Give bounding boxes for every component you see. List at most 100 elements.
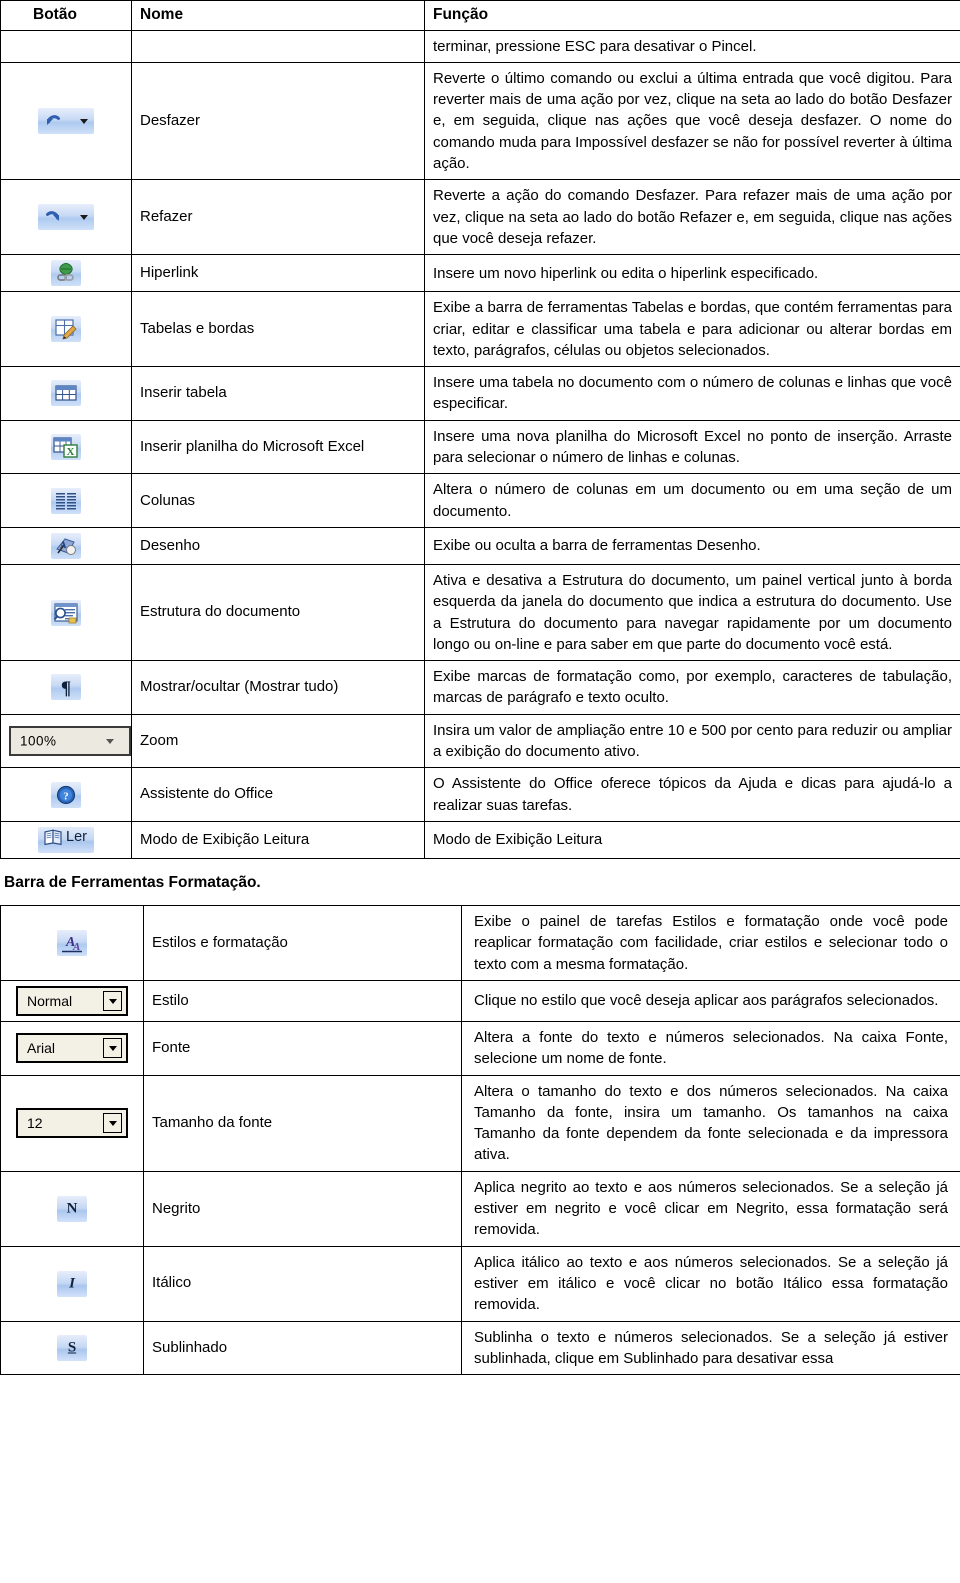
- name-cell: Assistente do Office: [131, 767, 425, 822]
- table-row: I Itálico Aplica itálico ao texto e aos nú…: [0, 1245, 960, 1322]
- button-cell: Arial: [0, 1020, 144, 1076]
- button-cell: [0, 366, 132, 421]
- office-assistant-icon[interactable]: ?: [51, 781, 81, 808]
- style-value: Normal: [27, 992, 73, 1009]
- style-combobox[interactable]: Normal: [16, 985, 128, 1016]
- name-cell: Hiperlink: [131, 254, 425, 293]
- name-cell: Estilos e formatação: [143, 905, 462, 981]
- italic-icon[interactable]: I: [57, 1270, 87, 1297]
- reading-layout-label: Ler: [66, 828, 87, 845]
- description-cell: Insira um valor de ampliação entre 10 e …: [424, 713, 960, 769]
- name-cell: Modo de Exibição Leitura: [131, 820, 425, 859]
- column-header-funcao: Função: [424, 0, 960, 31]
- redo-dropdown-caret[interactable]: [80, 215, 88, 221]
- name-cell: Refazer: [131, 179, 425, 256]
- hyperlink-icon[interactable]: [51, 260, 81, 287]
- underline-glyph: S: [67, 1339, 77, 1356]
- font-combobox[interactable]: Arial: [16, 1033, 128, 1064]
- column-header-nome: Nome: [131, 0, 425, 31]
- underline-icon[interactable]: S: [57, 1334, 87, 1361]
- name-cell: Inserir tabela: [131, 366, 425, 421]
- table-row: Arial Fonte Altera a fonte do texto e núme…: [0, 1020, 960, 1076]
- style-dropdown-arrow[interactable]: [103, 990, 122, 1011]
- description-cell: Exibe o painel de tarefas Estilos e form…: [461, 905, 960, 981]
- table-row: Hiperlink Insere um novo hiperlink ou edi…: [0, 254, 960, 293]
- description-cell: Insere uma tabela no documento com o núm…: [424, 366, 960, 421]
- name-cell: [131, 29, 425, 63]
- name-cell: Fonte: [143, 1020, 462, 1076]
- tables-and-borders-icon[interactable]: [51, 316, 81, 343]
- toolbar-standard-table: Botão Nome Função terminar, pressione ES…: [0, 0, 960, 859]
- name-cell: Estilo: [143, 979, 462, 1022]
- name-cell: Desfazer: [131, 61, 425, 181]
- description-cell: Insere uma nova planilha do Microsoft Ex…: [424, 419, 960, 475]
- bold-icon[interactable]: N: [57, 1195, 87, 1222]
- font-size-combobox[interactable]: 12: [16, 1108, 128, 1139]
- table-row: ¶ Mostrar/ocultar (Mostrar tudo) Exibe mar…: [0, 660, 960, 715]
- table-row: Normal Estilo Clique no estilo que você de…: [0, 979, 960, 1022]
- styles-and-formatting-icon[interactable]: AA: [57, 929, 87, 956]
- column-header-botao: Botão: [0, 0, 132, 31]
- name-cell: Negrito: [143, 1170, 462, 1247]
- button-cell: 12: [0, 1074, 144, 1172]
- svg-text:¶: ¶: [61, 678, 71, 699]
- reading-layout-icon[interactable]: Ler: [38, 826, 94, 853]
- description-cell: terminar, pressione ESC para desativar o…: [424, 29, 960, 63]
- description-cell: Exibe a barra de ferramentas Tabelas e b…: [424, 291, 960, 368]
- button-cell: [0, 179, 132, 256]
- insert-excel-worksheet-icon[interactable]: X: [51, 434, 81, 461]
- name-cell: Mostrar/ocultar (Mostrar tudo): [131, 660, 425, 715]
- description-cell: Clique no estilo que você deseja aplicar…: [461, 979, 960, 1022]
- description-cell: Exibe ou oculta a barra de ferramentas D…: [424, 526, 960, 565]
- description-cell: Altera a fonte do texto e números seleci…: [461, 1020, 960, 1076]
- description-cell: Sublinha o texto e números selecionados.…: [461, 1320, 960, 1376]
- button-cell: Normal: [0, 979, 144, 1022]
- name-cell: Zoom: [131, 713, 425, 769]
- description-cell: Modo de Exibição Leitura: [424, 820, 960, 859]
- table-row: ? Assistente do Office O Assistente do Off…: [0, 767, 960, 822]
- description-cell: Insere um novo hiperlink ou edita o hipe…: [424, 254, 960, 293]
- name-cell: Sublinhado: [143, 1320, 462, 1376]
- zoom-dropdown-arrow[interactable]: [103, 732, 117, 750]
- description-cell: Aplica negrito ao texto e aos números se…: [461, 1170, 960, 1247]
- name-cell: Itálico: [143, 1245, 462, 1322]
- description-cell: Aplica itálico ao texto e aos números se…: [461, 1245, 960, 1322]
- table-row: Refazer Reverte a ação do comando Desfaze…: [0, 179, 960, 256]
- redo-icon[interactable]: [38, 204, 94, 231]
- section-caption-formatacao: Barra de Ferramentas Formatação.: [4, 873, 261, 891]
- description-cell: Altera o número de colunas em um documen…: [424, 473, 960, 528]
- zoom-combobox[interactable]: 100%: [9, 726, 131, 757]
- description-cell: Altera o tamanho do texto e dos números …: [461, 1074, 960, 1172]
- font-size-value: 12: [27, 1115, 43, 1132]
- italic-glyph: I: [69, 1275, 75, 1292]
- button-cell: 100%: [0, 713, 132, 769]
- undo-icon[interactable]: [38, 108, 94, 135]
- name-cell: Colunas: [131, 473, 425, 528]
- table-row: 100% Zoom Insira um valor de ampliação ent…: [0, 713, 960, 769]
- svg-text:A: A: [60, 540, 67, 550]
- toolbar-formatting-table: A A Estilos e formatação Exibe o painel de …: [0, 905, 960, 1376]
- table-row: Estrutura do documento Ativa e desativa a…: [0, 563, 960, 662]
- button-cell: AA: [0, 905, 144, 981]
- insert-table-icon[interactable]: [51, 380, 81, 407]
- button-cell: [0, 291, 132, 368]
- table-row: Desfazer Reverte o último comando ou excl…: [0, 61, 960, 181]
- document-page: Botão Nome Função terminar, pressione ES…: [0, 0, 960, 1376]
- zoom-value: 100%: [20, 733, 57, 749]
- font-dropdown-arrow[interactable]: [103, 1038, 122, 1059]
- drawing-icon[interactable]: A: [51, 532, 81, 559]
- description-cell: Exibe marcas de formatação como, por exe…: [424, 660, 960, 715]
- undo-dropdown-caret[interactable]: [80, 119, 88, 125]
- button-cell: Ler: [0, 820, 132, 859]
- button-cell: ?: [0, 767, 132, 822]
- button-cell: [0, 61, 132, 181]
- table-row: terminar, pressione ESC para desativar o…: [0, 29, 960, 63]
- button-cell: [0, 473, 132, 528]
- document-map-icon[interactable]: [51, 599, 81, 626]
- name-cell: Inserir planilha do Microsoft Excel: [131, 419, 425, 475]
- columns-icon[interactable]: [51, 487, 81, 514]
- font-size-dropdown-arrow[interactable]: [103, 1113, 122, 1134]
- table-row: Ler Modo de Exibição Leitura Modo de Exibi…: [0, 820, 960, 859]
- pilcrow-show-hide-icon[interactable]: ¶: [51, 674, 81, 701]
- description-cell: Reverte o último comando ou exclui a últ…: [424, 61, 960, 181]
